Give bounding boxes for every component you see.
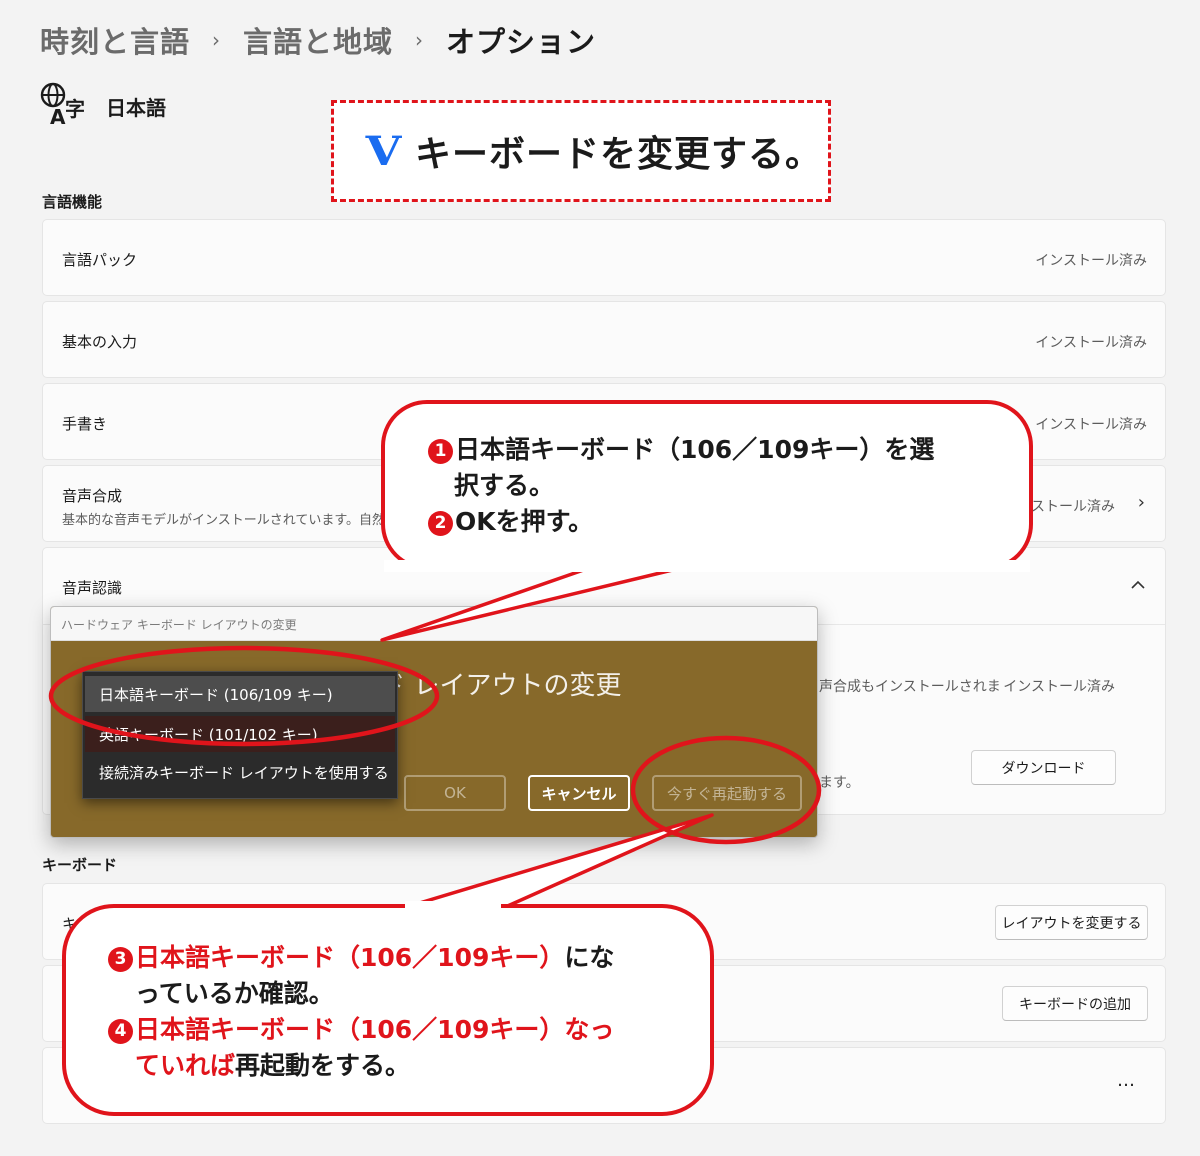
callout-emphasis: 再起動: [235, 1051, 311, 1080]
callout-tail: [380, 564, 691, 642]
callout-line: 日本語キーボード（106／109キー）を選: [455, 435, 935, 464]
callout-seam: [405, 901, 501, 911]
callout-seam: [384, 560, 1030, 572]
callout-line-red: 日本語キーボード（106／109キー）なっ: [135, 1015, 615, 1044]
callout-bottom-text: 3 日本語キーボード（106／109キー）にな っているか確認。 4 日本語キーボー…: [108, 940, 708, 1084]
highlight-ellipse: [630, 735, 822, 845]
step-number-4: 4: [108, 1019, 133, 1044]
callout-line: っているか確認。: [135, 979, 334, 1008]
callout-line: にな: [564, 943, 615, 972]
callout-line: OKを押す。: [455, 507, 594, 536]
step-number-2: 2: [428, 511, 453, 536]
callout-line: 択する。: [454, 471, 555, 500]
callout-line-red: ていれば: [135, 1051, 236, 1080]
step-number-3: 3: [108, 947, 133, 972]
callout-line: をする。: [310, 1051, 411, 1080]
callout-line-red: 日本語キーボード（106／109キー）: [135, 943, 565, 972]
callout-top-text: 1 日本語キーボード（106／109キー）を選 択する。 2 OKを押す。: [428, 432, 1018, 540]
highlight-ellipse: [48, 645, 440, 747]
step-number-1: 1: [428, 439, 453, 464]
